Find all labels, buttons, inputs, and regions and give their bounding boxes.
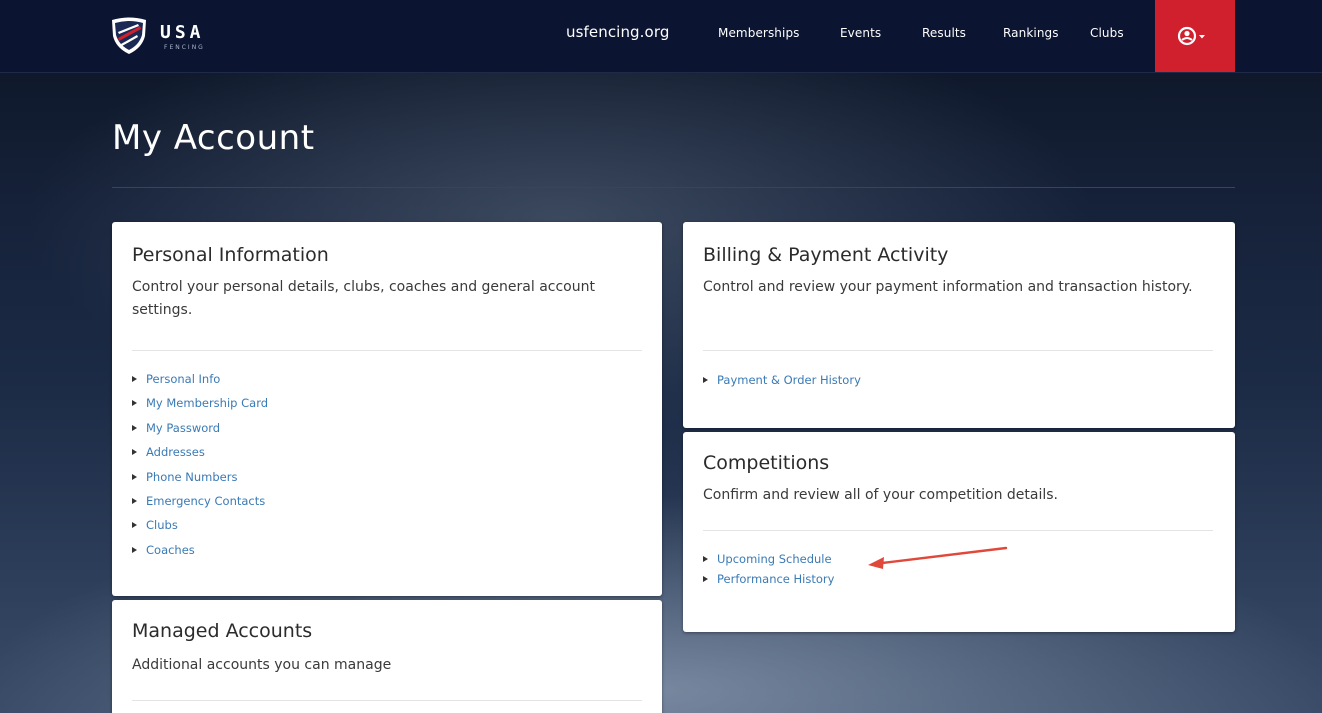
nav-item-results[interactable]: Results — [922, 26, 966, 40]
annotation-arrow-icon — [868, 546, 1008, 569]
managed-accounts-card: Managed Accounts Additional accounts you… — [112, 600, 662, 713]
personal-information-links: Personal Info My Membership Card My Pass… — [132, 367, 268, 562]
billing-payment-title: Billing & Payment Activity — [703, 244, 949, 266]
competitions-title: Competitions — [703, 452, 830, 474]
list-item: Upcoming Schedule — [703, 549, 834, 569]
top-navigation-bar: USA FENCING usfencing.org Memberships Ev… — [0, 0, 1322, 73]
title-divider — [112, 187, 1235, 188]
bullet-triangle-icon — [132, 497, 137, 504]
list-item: Personal Info — [132, 367, 268, 391]
link-coaches[interactable]: Coaches — [146, 543, 195, 557]
list-item: Addresses — [132, 440, 268, 464]
link-addresses[interactable]: Addresses — [146, 445, 205, 459]
link-payment-order-history[interactable]: Payment & Order History — [717, 373, 861, 387]
link-membership-card[interactable]: My Membership Card — [146, 396, 268, 410]
link-phone-numbers[interactable]: Phone Numbers — [146, 470, 237, 484]
bullet-triangle-icon — [132, 546, 137, 553]
link-personal-info[interactable]: Personal Info — [146, 372, 220, 386]
card-divider — [703, 350, 1213, 351]
bullet-triangle-icon — [132, 449, 137, 456]
nav-site-link[interactable]: usfencing.org — [566, 23, 669, 41]
bullet-triangle-icon — [703, 576, 708, 582]
bullet-triangle-icon — [703, 556, 708, 562]
competitions-description: Confirm and review all of your competiti… — [703, 487, 1058, 503]
personal-information-title: Personal Information — [132, 244, 329, 266]
nav-item-events[interactable]: Events — [840, 26, 881, 40]
list-item: Emergency Contacts — [132, 489, 268, 513]
link-password[interactable]: My Password — [146, 421, 220, 435]
competitions-card: Competitions Confirm and review all of y… — [683, 432, 1235, 632]
list-item: Phone Numbers — [132, 465, 268, 489]
logo-wordmark: USA — [160, 22, 205, 43]
bullet-triangle-icon — [132, 424, 137, 431]
billing-payment-card: Billing & Payment Activity Control and r… — [683, 222, 1235, 428]
caret-down-icon — [1199, 35, 1205, 39]
personal-information-description: Control your personal details, clubs, co… — [132, 279, 595, 318]
card-divider — [703, 530, 1213, 531]
list-item: My Membership Card — [132, 391, 268, 415]
bullet-triangle-icon — [132, 376, 137, 382]
billing-payment-links: Payment & Order History — [703, 368, 861, 392]
bullet-triangle-icon — [132, 400, 137, 407]
link-clubs[interactable]: Clubs — [146, 518, 178, 532]
card-divider — [132, 350, 642, 351]
link-upcoming-schedule[interactable]: Upcoming Schedule — [717, 552, 832, 566]
list-item: Performance History — [703, 569, 834, 589]
list-item: Coaches — [132, 538, 268, 562]
page-frame: USA FENCING usfencing.org Memberships Ev… — [0, 0, 1322, 713]
personal-information-card: Personal Information Control your person… — [112, 222, 662, 596]
logo-subtext: FENCING — [164, 44, 205, 51]
link-performance-history[interactable]: Performance History — [717, 572, 834, 586]
user-circle-icon — [1177, 26, 1197, 46]
bullet-triangle-icon — [703, 377, 708, 383]
link-emergency-contacts[interactable]: Emergency Contacts — [146, 494, 265, 508]
bullet-triangle-icon — [132, 473, 137, 480]
billing-payment-description: Control and review your payment informat… — [703, 279, 1193, 295]
card-divider — [132, 700, 642, 701]
nav-item-memberships[interactable]: Memberships — [718, 26, 800, 40]
managed-accounts-title: Managed Accounts — [132, 620, 313, 642]
list-item: Clubs — [132, 513, 268, 537]
competitions-links: Upcoming Schedule Performance History — [703, 549, 834, 589]
user-menu-button[interactable] — [1155, 0, 1235, 72]
usa-fencing-logo[interactable]: USA FENCING — [108, 14, 228, 56]
page-title: My Account — [112, 118, 315, 158]
list-item: Payment & Order History — [703, 368, 861, 392]
bullet-triangle-icon — [132, 522, 137, 529]
nav-item-rankings[interactable]: Rankings — [1003, 26, 1059, 40]
managed-accounts-description: Additional accounts you can manage — [132, 657, 392, 673]
nav-item-clubs[interactable]: Clubs — [1090, 26, 1124, 40]
list-item: My Password — [132, 416, 268, 440]
